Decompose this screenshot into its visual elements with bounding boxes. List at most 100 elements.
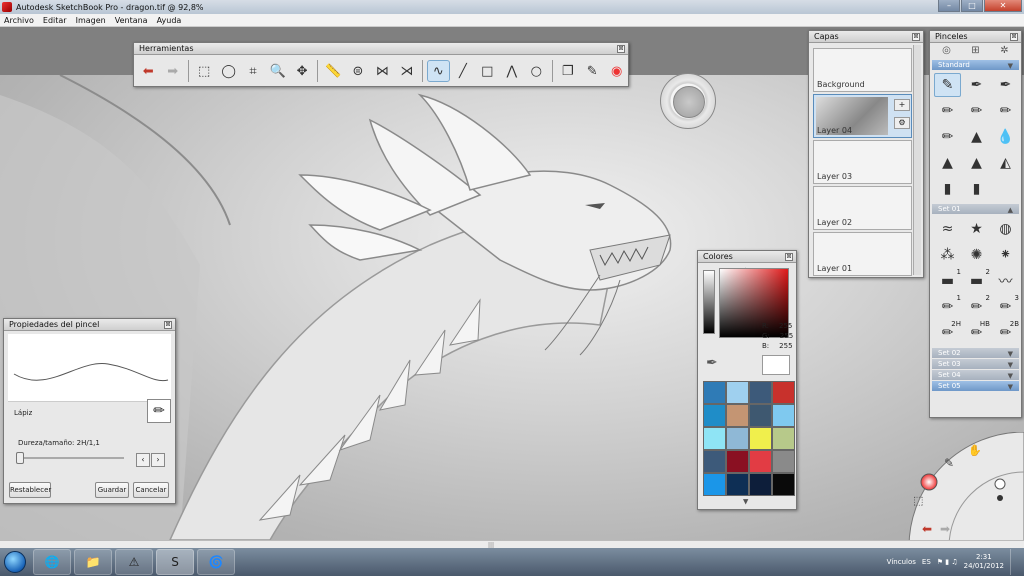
brush-puck[interactable] (660, 73, 716, 129)
airbrush-icon[interactable]: ▲ (963, 125, 990, 149)
splatter-brush-icon[interactable]: ✺ (963, 243, 990, 267)
brush-icon[interactable]: ✏ (934, 125, 961, 149)
ruler-icon[interactable]: 📏 (322, 60, 344, 82)
paint-bucket-icon[interactable]: ▮ (963, 177, 990, 201)
curve-icon[interactable]: ∿ (427, 60, 450, 82)
close-icon[interactable]: ⊠ (617, 45, 625, 53)
color-swatch[interactable] (703, 381, 726, 404)
zoom-icon[interactable]: 🔍 (266, 60, 288, 82)
color-swatch[interactable] (772, 450, 795, 473)
layer-background[interactable]: Background (813, 48, 912, 92)
brush-set-05[interactable]: Set 05 ▼ (932, 381, 1019, 391)
pencil-brush-icon[interactable]: ✏ 1 (934, 294, 961, 319)
layers-scrollbar[interactable] (913, 45, 921, 275)
layer-03[interactable]: Layer 03 (813, 140, 912, 184)
layer-add-icon[interactable]: + (894, 99, 910, 111)
redo-icon[interactable]: ➡ (161, 60, 183, 82)
taskbar-chrome-icon[interactable]: 🌐 (33, 549, 71, 575)
marker-brush-icon[interactable]: ✒ (992, 73, 1019, 97)
tray-icons[interactable]: ⚑ ▮ ♫ (937, 558, 958, 566)
brush-icon[interactable]: ✏ (934, 99, 961, 123)
sphere-brush-icon[interactable]: ◍ (992, 217, 1019, 241)
pencil-brush-icon[interactable]: ✎ (934, 73, 961, 97)
pencil-brush-icon[interactable]: ✏ 3 (992, 294, 1019, 319)
menu-archivo[interactable]: Archivo (4, 16, 34, 25)
brush-tab-icon[interactable]: ◎ (940, 46, 954, 56)
brush-set-standard[interactable]: Standard ▼ (932, 60, 1019, 70)
reset-button[interactable]: Restablecer (9, 482, 51, 498)
hardness-slider-knob[interactable] (16, 452, 24, 464)
color-swatch[interactable] (749, 427, 772, 450)
brush-set-03[interactable]: Set 03 ▼ (932, 359, 1019, 369)
save-button[interactable]: Guardar (95, 482, 129, 498)
color-wheel-icon[interactable]: ◉ (605, 60, 627, 82)
layer-menu-icon[interactable]: ⚙ (894, 117, 910, 129)
brush-set-01[interactable]: Set 01 ▲ (932, 204, 1019, 214)
close-button[interactable]: ✕ (984, 0, 1022, 12)
star-brush-icon[interactable]: ★ (963, 217, 990, 241)
eraser-icon[interactable]: ◭ (992, 151, 1019, 175)
color-swatch[interactable] (749, 450, 772, 473)
hardness-slider-track[interactable] (18, 457, 124, 459)
color-swatch[interactable] (772, 404, 795, 427)
color-swatch[interactable] (703, 450, 726, 473)
close-icon[interactable]: ⊠ (1010, 33, 1018, 41)
brushes-panel-header[interactable]: Pinceles ⊠ (930, 31, 1021, 43)
crop-icon[interactable]: ⌗ (242, 60, 264, 82)
line-icon[interactable]: ╱ (452, 60, 474, 82)
circle-icon[interactable]: ○ (525, 60, 547, 82)
brush-set-02[interactable]: Set 02 ▼ (932, 348, 1019, 358)
dot-brush-icon[interactable]: ⁕ (992, 243, 1019, 267)
marker-brush-icon[interactable]: ▬ 2 (963, 268, 990, 293)
layer-02[interactable]: Layer 02 (813, 186, 912, 230)
show-desktop-button[interactable] (1010, 549, 1020, 575)
pencil-brush-icon[interactable]: ✏ 2H (934, 320, 961, 345)
close-icon[interactable]: ⊠ (785, 253, 793, 261)
pen-brush-icon[interactable]: ✒ (963, 73, 990, 97)
color-swatch[interactable] (749, 404, 772, 427)
layers-panel-header[interactable]: Capas ⊠ (809, 31, 923, 43)
start-button[interactable] (0, 548, 30, 576)
color-swatch[interactable] (726, 404, 749, 427)
undo-icon[interactable]: ⬅ (137, 60, 159, 82)
symmetry-x-icon[interactable]: ⋈ (371, 60, 393, 82)
layer-04[interactable]: Layer 04 + ⚙ (813, 94, 912, 138)
tools-panel-header[interactable]: Herramientas ⊠ (134, 43, 628, 55)
color-swatch[interactable] (749, 381, 772, 404)
color-swatch[interactable] (749, 473, 772, 496)
brush-icon[interactable]: ✏ (963, 99, 990, 123)
close-icon[interactable]: ⊠ (912, 33, 920, 41)
color-swatch[interactable] (703, 404, 726, 427)
brush-icon[interactable]: ✏ (992, 99, 1019, 123)
rect-select-icon[interactable]: ⬚ (193, 60, 215, 82)
eyedropper-icon[interactable]: ✒ (706, 355, 718, 371)
taskbar-sketchbook-icon[interactable]: S (156, 549, 194, 575)
color-swatch[interactable] (703, 427, 726, 450)
smudge-icon[interactable]: ▲ (934, 151, 961, 175)
copy-paste-icon[interactable]: ❐ (556, 60, 578, 82)
window-titlebar[interactable]: Autodesk SketchBook Pro - dragon.tif @ 9… (0, 0, 1024, 14)
blur-icon[interactable]: ▲ (963, 151, 990, 175)
color-swatch[interactable] (772, 473, 795, 496)
colors-panel-header[interactable]: Colores ⊠ (698, 251, 796, 263)
horizontal-scrollbar[interactable]: ||| (0, 540, 1024, 549)
minimize-button[interactable]: – (938, 0, 960, 12)
lasso-icon[interactable]: ◯ (217, 60, 239, 82)
decrease-button[interactable]: ‹ (136, 453, 150, 467)
menu-imagen[interactable]: Imagen (76, 16, 106, 25)
taskbar-app-icon[interactable]: 🌀 (197, 549, 235, 575)
fill-icon[interactable]: ▮ (934, 177, 961, 201)
brush-properties-header[interactable]: Propiedades del pincel ⊠ (4, 319, 175, 331)
color-swatch[interactable] (772, 427, 795, 450)
polyline-icon[interactable]: ⋀ (501, 60, 523, 82)
speckle-brush-icon[interactable]: ⁂ (934, 243, 961, 267)
cancel-button[interactable]: Cancelar (133, 482, 169, 498)
lagoon-menu[interactable]: ✎ ✋ ⬚ ⬅ ➡ (900, 431, 1024, 548)
color-swatch[interactable] (726, 473, 749, 496)
color-swatch[interactable] (726, 450, 749, 473)
pencil-brush-icon[interactable]: ✏ 2B (992, 320, 1019, 345)
grayscale-strip[interactable] (703, 270, 715, 334)
current-color-swatch[interactable] (762, 355, 790, 375)
symmetry-y-icon[interactable]: ⋊ (396, 60, 418, 82)
layer-01[interactable]: Layer 01 (813, 232, 912, 276)
